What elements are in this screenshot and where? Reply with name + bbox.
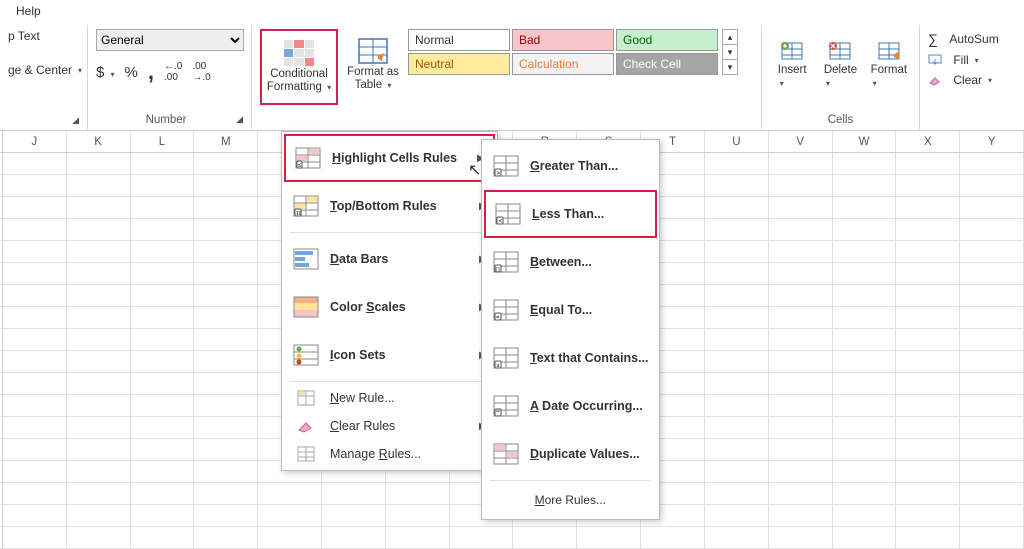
svg-text:a: a	[497, 363, 500, 369]
conditional-formatting-button[interactable]: ConditionalFormatting ▾	[260, 29, 338, 105]
duplicate-values-icon	[492, 442, 520, 466]
format-as-table-icon	[358, 38, 388, 64]
col-header[interactable]: V	[769, 131, 833, 152]
new-rule-icon	[292, 386, 320, 410]
decrease-decimal-button[interactable]: ←.0.00	[164, 61, 182, 83]
number-launcher-icon[interactable]: ◢	[236, 114, 243, 125]
greater-than-item[interactable]: > Greater Than...	[484, 142, 657, 190]
ribbon: p Text ge & Center▾ ◢ General $ ▾ % , ←.…	[0, 25, 1024, 131]
icon-sets-item[interactable]: Icon Sets ▶	[284, 331, 495, 379]
svg-text:10: 10	[296, 211, 302, 217]
col-header[interactable]: U	[705, 131, 769, 152]
clear-icon	[928, 74, 942, 86]
cell-style-bad[interactable]: Bad	[512, 29, 614, 51]
insert-icon	[779, 40, 805, 62]
date-occurring-item[interactable]: A Date Occurring...	[484, 382, 657, 430]
fill-icon	[928, 54, 942, 66]
data-bars-item[interactable]: Data Bars ▶	[284, 235, 495, 283]
help-tab[interactable]: Help	[6, 0, 51, 22]
format-as-table-button[interactable]: Format asTable ▾	[342, 29, 404, 101]
merge-center-button[interactable]: ge & Center▾	[8, 63, 79, 77]
more-rules-item[interactable]: More Rules...	[484, 483, 657, 517]
col-header[interactable]: L	[131, 131, 195, 152]
cell-style-good[interactable]: Good	[616, 29, 718, 51]
wrap-text-button[interactable]: p Text	[8, 29, 79, 43]
date-occurring-icon	[492, 394, 520, 418]
svg-text:[ ]: [ ]	[496, 267, 501, 273]
greater-than-icon: >	[492, 154, 520, 178]
icon-sets-icon	[292, 343, 320, 367]
color-scales-item[interactable]: Color Scales ▶	[284, 283, 495, 331]
manage-rules-icon	[292, 442, 320, 466]
top-bottom-icon: 10	[292, 194, 320, 218]
number-group-label: Number	[146, 114, 187, 126]
new-rule-item[interactable]: New Rule...	[284, 384, 495, 412]
highlight-cells-submenu: > Greater Than... < Less Than... [ ] Bet…	[481, 139, 660, 520]
scroll-down-icon[interactable]: ▾	[723, 45, 737, 60]
manage-rules-item[interactable]: Manage Rules...	[284, 440, 495, 468]
scroll-up-icon[interactable]: ▴	[723, 30, 737, 45]
col-header[interactable]: W	[833, 131, 897, 152]
format-icon	[876, 40, 902, 62]
conditional-formatting-menu: ≤ Highlight Cells Rules ▶ 10 Top/Bottom …	[281, 131, 498, 471]
col-header[interactable]: J	[3, 131, 67, 152]
col-header[interactable]: M	[194, 131, 258, 152]
sigma-icon: ∑	[928, 31, 938, 47]
clear-rules-item[interactable]: Clear Rules ▶	[284, 412, 495, 440]
clear-rules-icon	[292, 414, 320, 438]
insert-button[interactable]: Insert▾	[770, 29, 814, 101]
equal-to-item[interactable]: = Equal To...	[484, 286, 657, 334]
comma-button[interactable]: ,	[148, 67, 154, 77]
cell-style-check-cell[interactable]: Check Cell	[616, 53, 718, 75]
svg-text:>: >	[497, 171, 501, 177]
svg-text:=: =	[496, 315, 500, 321]
equal-to-icon: =	[492, 298, 520, 322]
autosum-button[interactable]: ∑ AutoSum	[928, 31, 1006, 47]
col-header[interactable]: Y	[960, 131, 1024, 152]
scroll-more-icon[interactable]: ▾	[723, 60, 737, 74]
data-bars-icon	[292, 247, 320, 271]
cell-styles-scroll[interactable]: ▴ ▾ ▾	[722, 29, 738, 75]
cell-style-neutral[interactable]: Neutral	[408, 53, 510, 75]
duplicate-values-item[interactable]: Duplicate Values...	[484, 430, 657, 478]
col-header[interactable]: K	[67, 131, 131, 152]
cell-style-normal[interactable]: Normal	[408, 29, 510, 51]
delete-icon	[827, 40, 853, 62]
conditional-formatting-icon	[284, 40, 314, 66]
format-button[interactable]: Format▾	[867, 29, 911, 101]
top-bottom-rules-item[interactable]: 10 Top/Bottom Rules ▶	[284, 182, 495, 230]
highlight-rules-icon: ≤	[294, 146, 322, 170]
alignment-launcher-icon[interactable]: ◢	[72, 115, 79, 126]
cell-style-calculation[interactable]: Calculation	[512, 53, 614, 75]
between-item[interactable]: [ ] Between...	[484, 238, 657, 286]
svg-text:<: <	[499, 219, 503, 225]
color-scales-icon	[292, 295, 320, 319]
text-contains-item[interactable]: a Text that Contains...	[484, 334, 657, 382]
less-than-icon: <	[494, 202, 522, 226]
number-format-select[interactable]: General	[96, 29, 244, 51]
delete-button[interactable]: Delete▾	[818, 29, 862, 101]
fill-button[interactable]: Fill ▾	[928, 53, 1006, 67]
between-icon: [ ]	[492, 250, 520, 274]
increase-decimal-button[interactable]: .00→.0	[192, 61, 210, 83]
percent-button[interactable]: %	[125, 64, 138, 81]
clear-button[interactable]: Clear ▾	[928, 73, 1006, 87]
cells-group-label: Cells	[770, 114, 911, 130]
less-than-item[interactable]: < Less Than...	[484, 190, 657, 238]
col-header[interactable]: X	[896, 131, 960, 152]
highlight-cells-rules-item[interactable]: ≤ Highlight Cells Rules ▶	[284, 134, 495, 182]
text-contains-icon: a	[492, 346, 520, 370]
currency-button[interactable]: $ ▾	[96, 64, 115, 81]
